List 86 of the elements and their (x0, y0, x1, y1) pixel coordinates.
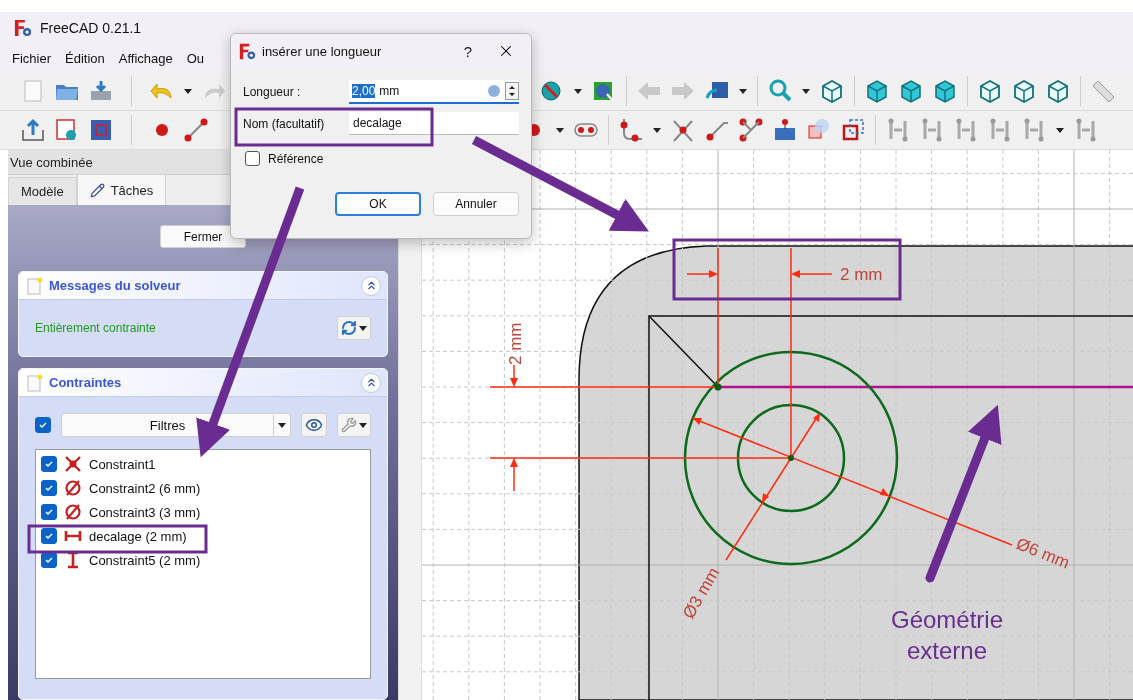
constraint-item[interactable]: decalage (2 mm) (89, 528, 187, 544)
pencil-icon (89, 182, 105, 198)
export-icon[interactable] (20, 117, 46, 143)
external-geometry-icon[interactable] (772, 117, 798, 143)
collapse-button[interactable] (361, 372, 381, 393)
dialog-button[interactable]: OK (335, 192, 421, 216)
eye-icon (305, 416, 323, 434)
coincident-icon (64, 455, 82, 473)
panel-tab[interactable]: Tâches (76, 174, 167, 205)
check-icon (44, 507, 54, 517)
collapse-button[interactable] (361, 275, 381, 296)
help-button[interactable]: ? (451, 42, 485, 60)
dropdown-arrow-icon[interactable] (556, 127, 564, 133)
dropdown-arrow-icon[interactable] (653, 127, 661, 133)
checkbox[interactable] (41, 480, 57, 496)
coincident-point (714, 383, 722, 391)
wrench-icon (341, 417, 357, 433)
dropdown-arrow-icon[interactable] (359, 325, 367, 331)
menu-item[interactable]: Ou (186, 50, 205, 66)
center-point (788, 455, 794, 461)
checkbox[interactable] (35, 417, 51, 433)
diameter-icon (64, 503, 82, 521)
cube-icon[interactable] (898, 78, 924, 104)
dropdown-arrow-icon[interactable] (184, 88, 192, 94)
reference-checkbox[interactable] (245, 151, 260, 166)
dimension-label: Ø3 mm (679, 564, 724, 622)
wireframe-cube-icon[interactable] (819, 78, 845, 104)
line-icon[interactable] (183, 117, 209, 143)
dialog-button[interactable]: Annuler (433, 192, 519, 216)
constraint-item[interactable]: Constraint3 (3 mm) (89, 504, 201, 520)
spin-arrows-icon[interactable] (505, 82, 519, 100)
checkbox[interactable] (41, 528, 57, 544)
app-logo-icon (14, 19, 32, 37)
dropdown-arrow-icon[interactable] (278, 422, 286, 428)
panel-icon (27, 373, 43, 392)
field-label: Nom (facultatif) (243, 116, 326, 131)
diameter-icon (64, 479, 82, 497)
visibility-button[interactable] (301, 413, 327, 437)
panel-heading: Messages du solveur (49, 278, 182, 293)
constraint-item[interactable]: Constraint1 (89, 456, 156, 472)
dimension-label: 2 mm (840, 265, 883, 284)
offset-icon[interactable] (840, 117, 866, 143)
check-icon (44, 555, 54, 565)
panel-tab[interactable]: Modèle (8, 177, 77, 205)
check-icon (38, 420, 48, 430)
wireframe-cube-icon[interactable] (1011, 78, 1037, 104)
section-icon[interactable] (88, 117, 114, 143)
check-icon (44, 483, 54, 493)
wireframe-cube-icon[interactable] (1045, 78, 1071, 104)
dropdown-arrow-icon[interactable] (802, 88, 810, 94)
filter-dropdown[interactable]: Filtres (61, 413, 291, 437)
panel-icon (27, 276, 43, 295)
checkbox[interactable] (41, 504, 57, 520)
constraint-item[interactable]: Constraint5 (2 mm) (89, 552, 201, 568)
dimension-label: 2 mm (506, 322, 525, 365)
cube-icon[interactable] (932, 78, 958, 104)
name-field[interactable]: decalage (349, 112, 519, 135)
zoom-icon[interactable] (767, 78, 793, 104)
checkbox[interactable] (41, 456, 57, 472)
settings-button[interactable] (337, 413, 371, 437)
constraint-item[interactable]: Constraint2 (6 mm) (89, 480, 201, 496)
menu-item[interactable]: Affichage (118, 50, 173, 66)
fillet-icon[interactable] (618, 117, 644, 143)
length-field[interactable]: 2,00 mm (349, 80, 519, 104)
solver-status: Entièrement contrainte (35, 321, 157, 335)
dropdown-arrow-icon[interactable] (739, 88, 747, 94)
panel-heading: Contraintes (49, 375, 123, 390)
dropdown-arrow-icon[interactable] (574, 88, 582, 94)
cube-icon[interactable] (864, 78, 890, 104)
menu-item[interactable]: Fichier (12, 50, 51, 66)
menu-item[interactable]: Édition (65, 50, 105, 66)
dimension-label: Ø6 mm (1013, 534, 1073, 573)
checkbox-label: Référence (268, 151, 324, 166)
dropdown-arrow-icon[interactable] (359, 422, 367, 428)
refresh-icon (341, 320, 357, 336)
split-icon[interactable] (738, 117, 764, 143)
check-icon (44, 459, 54, 469)
window-title: FreeCAD 0.21.1 (40, 20, 142, 36)
check-icon (44, 531, 54, 541)
annotation-text: Géométrie externe (891, 606, 1003, 664)
dropdown-arrow-icon[interactable] (1056, 127, 1064, 133)
field-label: Longueur : (243, 85, 302, 99)
refresh-button[interactable] (337, 316, 371, 340)
wireframe-cube-icon[interactable] (977, 78, 1003, 104)
app-logo-icon (239, 42, 256, 60)
dialog-title: insérer une longueur (262, 43, 383, 59)
